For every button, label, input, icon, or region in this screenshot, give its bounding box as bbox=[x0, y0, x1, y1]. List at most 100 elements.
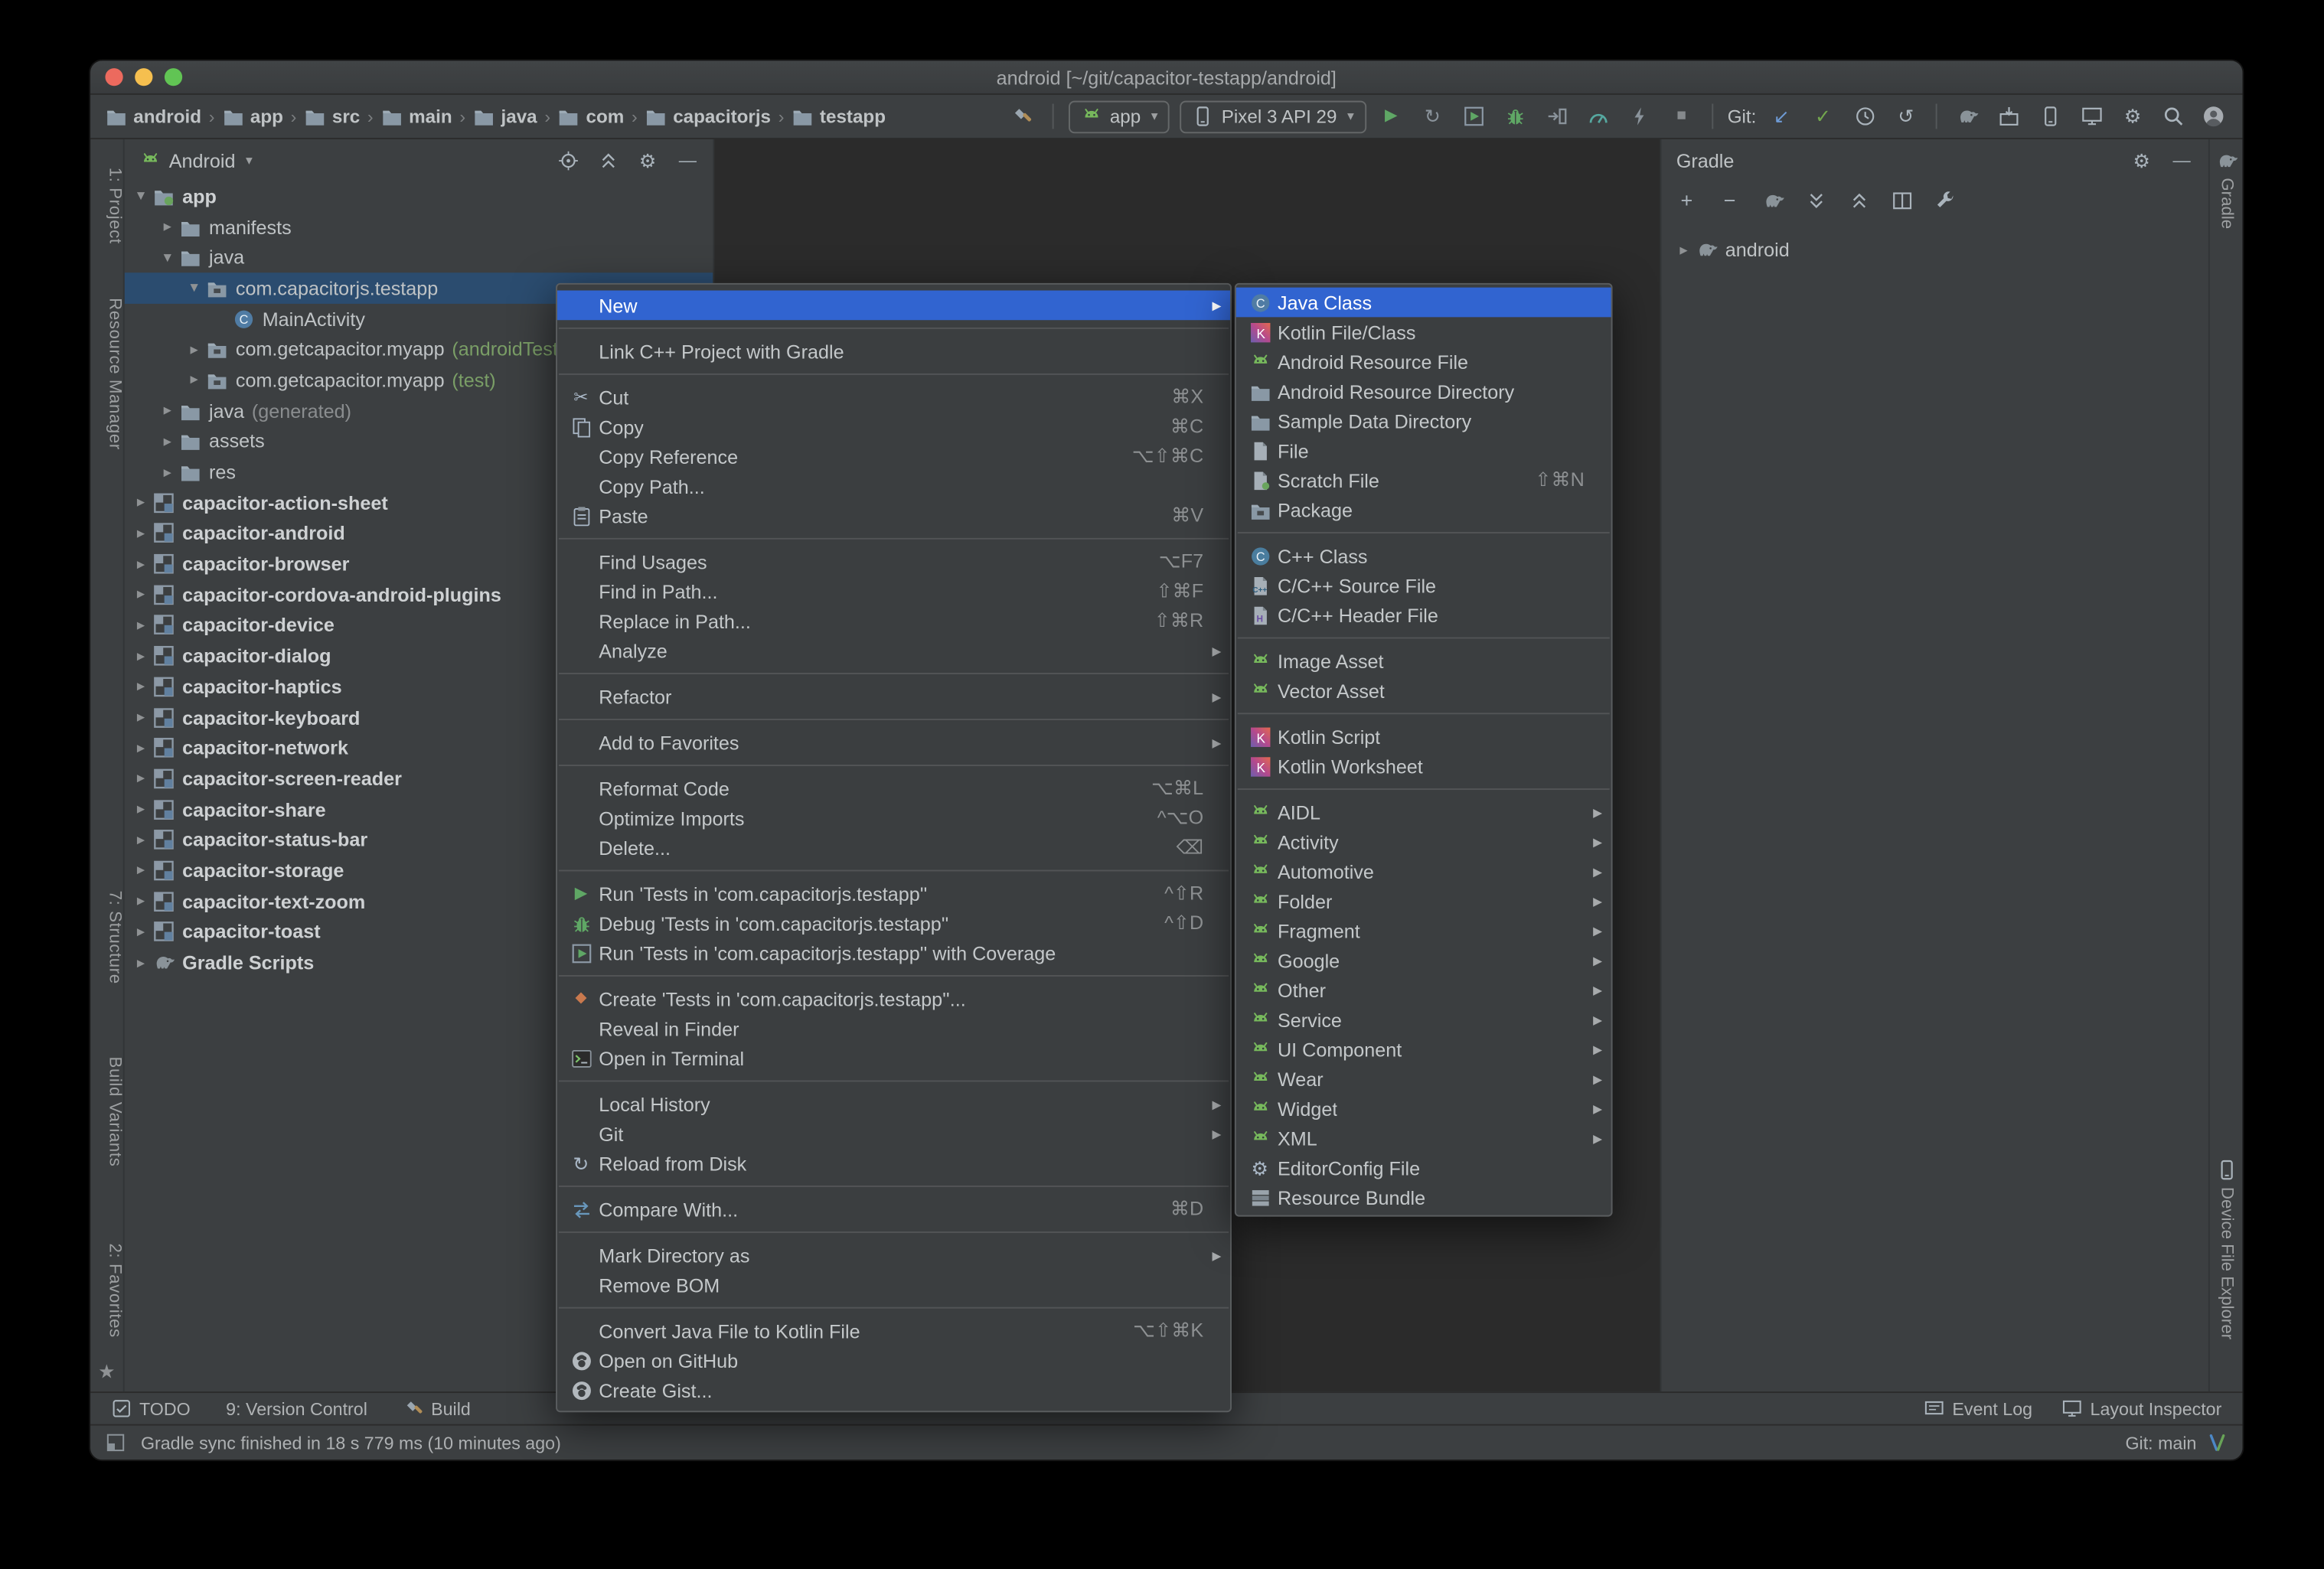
gradle-tree-item-android[interactable]: ▸ android bbox=[1661, 234, 2208, 266]
tree-item-manifests[interactable]: ▸ manifests bbox=[125, 211, 713, 242]
chevron-right-icon[interactable]: ▸ bbox=[130, 954, 151, 971]
debug-icon[interactable] bbox=[1500, 102, 1530, 132]
chevron-right-icon[interactable]: ▸ bbox=[130, 616, 151, 634]
menu-item-kotlin-worksheet[interactable]: K Kotlin Worksheet bbox=[1236, 752, 1611, 781]
chevron-right-icon[interactable]: ▸ bbox=[130, 739, 151, 757]
menu-item-find-in-path[interactable]: Find in Path... ⇧⌘F bbox=[557, 576, 1230, 606]
chevron-right-icon[interactable]: ▸ bbox=[130, 494, 151, 511]
tool-window-button-device-file-explorer[interactable]: Device File Explorer bbox=[2210, 1159, 2243, 1339]
menu-item-widget[interactable]: Widget ▶ bbox=[1236, 1094, 1611, 1124]
project-view-selector[interactable]: Android bbox=[169, 149, 236, 171]
menu-item-create-tests-in-com-capacitorjs-testapp[interactable]: ◆ Create 'Tests in 'com.capacitorjs.testa… bbox=[557, 984, 1230, 1014]
menu-item-fragment[interactable]: Fragment ▶ bbox=[1236, 916, 1611, 946]
split-icon[interactable] bbox=[1890, 188, 1914, 212]
breadcrumb-item-src[interactable]: src bbox=[304, 105, 360, 127]
breadcrumb-item-main[interactable]: main bbox=[380, 105, 452, 127]
menu-item-c-class[interactable]: C C++ Class bbox=[1236, 541, 1611, 571]
menu-item-mark-directory-as[interactable]: Mark Directory as ▶ bbox=[557, 1241, 1230, 1271]
menu-item-android-resource-file[interactable]: Android Resource File bbox=[1236, 347, 1611, 377]
git-branch-widget[interactable]: Git: main bbox=[2125, 1432, 2196, 1453]
chevron-down-icon[interactable]: ▾ bbox=[130, 188, 151, 205]
menu-item-automotive[interactable]: Automotive ▶ bbox=[1236, 856, 1611, 886]
menu-item-vector-asset[interactable]: Vector Asset bbox=[1236, 676, 1611, 706]
wrench-icon[interactable] bbox=[1933, 188, 1957, 212]
menu-item-sample-data-directory[interactable]: Sample Data Directory bbox=[1236, 406, 1611, 436]
breadcrumb-item-capacitorjs[interactable]: capacitorjs bbox=[645, 105, 771, 127]
chevron-right-icon[interactable]: ▸ bbox=[130, 770, 151, 788]
chevron-right-icon[interactable]: ▸ bbox=[157, 463, 178, 481]
gradle-refresh-icon[interactable] bbox=[1761, 188, 1784, 212]
chevron-right-icon[interactable]: ▸ bbox=[130, 862, 151, 879]
settings-icon[interactable]: ⚙ bbox=[2130, 148, 2153, 172]
update-project-icon[interactable]: ↙ bbox=[1767, 102, 1797, 132]
menu-item-image-asset[interactable]: Image Asset bbox=[1236, 646, 1611, 676]
chevron-right-icon[interactable]: ▸ bbox=[157, 432, 178, 450]
breadcrumb-item-java[interactable]: java bbox=[473, 105, 537, 127]
expand-all-icon[interactable] bbox=[1803, 188, 1827, 212]
chevron-right-icon[interactable]: ▸ bbox=[157, 402, 178, 419]
chevron-right-icon[interactable]: ▸ bbox=[1673, 241, 1694, 259]
attach-debugger-icon[interactable] bbox=[1542, 102, 1572, 132]
chevron-right-icon[interactable]: ▸ bbox=[130, 709, 151, 726]
menu-item-scratch-file[interactable]: Scratch File ⇧⌘N bbox=[1236, 465, 1611, 495]
menu-item-find-usages[interactable]: Find Usages ⌥F7 bbox=[557, 546, 1230, 576]
rollback-icon[interactable]: ↺ bbox=[1892, 102, 1921, 132]
menu-item-open-in-terminal[interactable]: Open in Terminal bbox=[557, 1043, 1230, 1073]
layout-inspector-icon[interactable] bbox=[2077, 102, 2107, 132]
tool-window-button-7-structure[interactable]: 7: Structure bbox=[90, 891, 122, 984]
menu-item-create-gist[interactable]: Create Gist... bbox=[557, 1375, 1230, 1405]
menu-item-replace-in-path[interactable]: Replace in Path... ⇧⌘R bbox=[557, 606, 1230, 636]
menu-item-kotlin-file-class[interactable]: K Kotlin File/Class bbox=[1236, 317, 1611, 347]
menu-item-copy-path[interactable]: Copy Path... bbox=[557, 471, 1230, 501]
menu-item-refactor[interactable]: Refactor ▶ bbox=[557, 682, 1230, 712]
chevron-right-icon[interactable]: ▸ bbox=[130, 555, 151, 572]
menu-item-git[interactable]: Git ▶ bbox=[557, 1119, 1230, 1149]
history-icon[interactable] bbox=[1849, 102, 1879, 132]
menu-item-remove-bom[interactable]: Remove BOM bbox=[557, 1270, 1230, 1300]
menu-item-google[interactable]: Google ▶ bbox=[1236, 945, 1611, 975]
chevron-right-icon[interactable]: ▸ bbox=[130, 524, 151, 542]
menu-item-resource-bundle[interactable]: Resource Bundle bbox=[1236, 1182, 1611, 1212]
tool-window-button-resource-manager[interactable]: Resource Manager bbox=[90, 298, 122, 450]
menu-item-convert-java-file-to-kotlin-file[interactable]: Convert Java File to Kotlin File ⌥⇧⌘K bbox=[557, 1316, 1230, 1346]
tree-item-java[interactable]: ▾ java bbox=[125, 242, 713, 272]
menu-item-delete[interactable]: Delete... ⌫ bbox=[557, 833, 1230, 863]
profiler-icon[interactable] bbox=[1584, 102, 1614, 132]
stop-icon[interactable]: ■ bbox=[1666, 102, 1696, 132]
build-hammer-icon[interactable] bbox=[1007, 102, 1037, 132]
add-icon[interactable]: + bbox=[1675, 188, 1699, 212]
tool-window-button-2-favorites[interactable]: 2: Favorites bbox=[90, 1243, 122, 1337]
navbar-item-todo[interactable]: TODO bbox=[111, 1398, 191, 1419]
hide-icon[interactable]: — bbox=[676, 148, 700, 172]
navbar-item-layout-inspector[interactable]: Layout Inspector bbox=[2062, 1398, 2221, 1419]
breadcrumb-item-testapp[interactable]: testapp bbox=[792, 105, 886, 127]
menu-item-analyze[interactable]: Analyze ▶ bbox=[557, 636, 1230, 666]
chevron-right-icon[interactable]: ▸ bbox=[130, 647, 151, 664]
search-icon[interactable] bbox=[2158, 102, 2188, 132]
menu-item-open-on-github[interactable]: Open on GitHub bbox=[557, 1346, 1230, 1375]
menu-item-c-c-source-file[interactable]: C++ C/C++ Source File bbox=[1236, 570, 1611, 600]
settings-icon[interactable]: ⚙ bbox=[2118, 102, 2148, 132]
menu-item-folder[interactable]: Folder ▶ bbox=[1236, 886, 1611, 916]
menu-item-file[interactable]: File bbox=[1236, 435, 1611, 465]
commit-icon[interactable]: ✓ bbox=[1808, 102, 1838, 132]
tool-window-button-1-project[interactable]: 1: Project bbox=[90, 168, 122, 244]
chevron-down-icon[interactable]: ▾ bbox=[184, 279, 204, 297]
chevron-right-icon[interactable]: ▸ bbox=[184, 341, 204, 358]
menu-item-run-tests-in-com-capacitorjs-testapp-with-coverage[interactable]: Run 'Tests in 'com.capacitorjs.testapp''… bbox=[557, 938, 1230, 968]
sdk-manager-icon[interactable] bbox=[1993, 102, 2023, 132]
menu-item-link-c-project-with-gradle[interactable]: Link C++ Project with Gradle bbox=[557, 337, 1230, 367]
chevron-right-icon[interactable]: ▸ bbox=[130, 892, 151, 910]
breadcrumb-item-app[interactable]: app bbox=[222, 105, 283, 127]
apply-changes-icon[interactable]: ↻ bbox=[1418, 102, 1448, 132]
menu-item-android-resource-directory[interactable]: Android Resource Directory bbox=[1236, 377, 1611, 406]
chevron-down-icon[interactable]: ▾ bbox=[157, 249, 178, 266]
menu-item-paste[interactable]: Paste ⌘V bbox=[557, 501, 1230, 530]
menu-item-java-class[interactable]: C Java Class bbox=[1235, 287, 1611, 318]
locate-icon[interactable] bbox=[556, 148, 579, 172]
menu-item-xml[interactable]: XML ▶ bbox=[1236, 1124, 1611, 1153]
chevron-right-icon[interactable]: ▸ bbox=[130, 586, 151, 603]
menu-item-new[interactable]: New ▶ bbox=[557, 290, 1231, 321]
instant-run-icon[interactable] bbox=[1625, 102, 1655, 132]
menu-item-ui-component[interactable]: UI Component ▶ bbox=[1236, 1034, 1611, 1064]
